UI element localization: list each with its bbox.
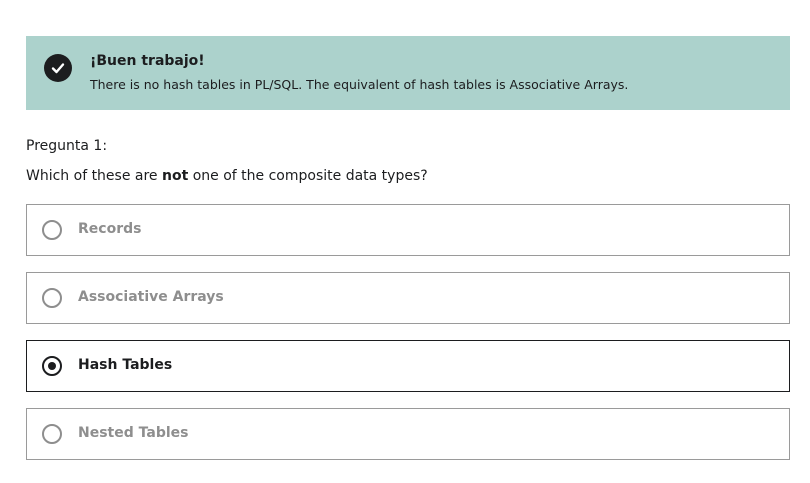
radio-button[interactable]	[42, 424, 62, 444]
answer-option-nested-tables[interactable]: Nested Tables	[26, 408, 790, 460]
radio-button[interactable]	[42, 288, 62, 308]
question-text: Which of these are not one of the compos…	[26, 168, 428, 184]
answer-option-associative-arrays[interactable]: Associative Arrays	[26, 272, 790, 324]
question-number: Pregunta 1:	[26, 138, 108, 154]
feedback-title: ¡Buen trabajo!	[90, 53, 205, 69]
answer-option-label: Hash Tables	[78, 357, 173, 373]
check-circle-icon	[44, 54, 72, 82]
radio-button-selected[interactable]	[42, 356, 62, 376]
quiz-page: ¡Buen trabajo! There is no hash tables i…	[0, 0, 810, 483]
checkmark-icon	[51, 63, 65, 74]
question-text-end: one of the composite data types?	[188, 168, 428, 184]
radio-selected-dot	[48, 362, 56, 370]
answer-option-label: Associative Arrays	[78, 289, 224, 305]
feedback-message: There is no hash tables in PL/SQL. The e…	[90, 77, 629, 92]
answer-option-label: Records	[78, 221, 142, 237]
answer-option-label: Nested Tables	[78, 425, 189, 441]
answer-option-records[interactable]: Records	[26, 204, 790, 256]
question-text-start: Which of these are	[26, 168, 162, 184]
success-feedback-banner: ¡Buen trabajo! There is no hash tables i…	[26, 36, 790, 110]
radio-button[interactable]	[42, 220, 62, 240]
question-text-emphasis: not	[162, 168, 189, 184]
answer-option-hash-tables[interactable]: Hash Tables	[26, 340, 790, 392]
